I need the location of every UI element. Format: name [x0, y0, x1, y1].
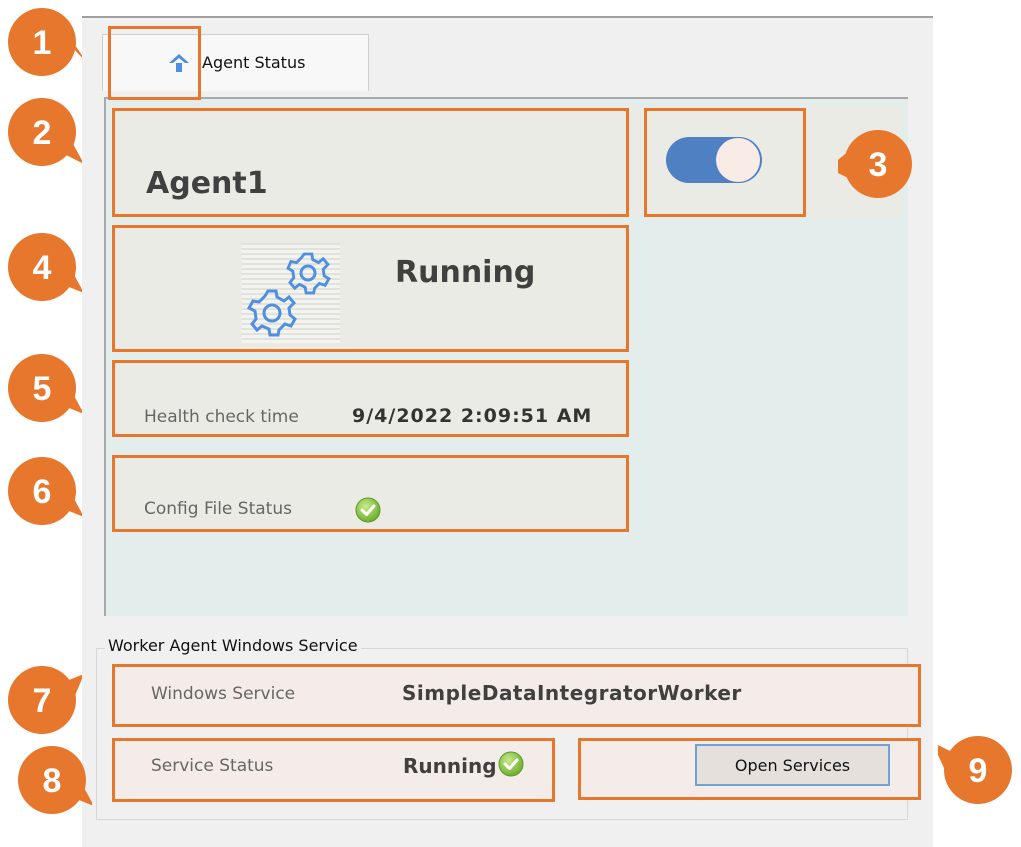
highlight-frame-9 [578, 738, 921, 800]
callout-number-8: 8 [43, 762, 62, 800]
callout-number-6: 6 [33, 473, 52, 511]
callout-badge-7: 7 [8, 666, 82, 734]
highlight-frame-8 [112, 738, 555, 802]
highlight-frame-3 [644, 108, 806, 217]
highlight-frame-1 [108, 26, 201, 100]
callout-badge-2: 2 [8, 98, 82, 166]
highlight-frame-2 [112, 108, 629, 217]
callout-number-1: 1 [33, 24, 52, 62]
tab-label: Agent Status [202, 53, 306, 72]
highlight-frame-7 [112, 664, 921, 727]
callout-number-4: 4 [33, 249, 52, 287]
callout-number-3: 3 [869, 146, 888, 184]
highlight-frame-6 [112, 455, 629, 532]
callout-number-2: 2 [33, 114, 52, 152]
highlight-frame-4 [112, 225, 629, 352]
callout-number-5: 5 [33, 370, 52, 408]
callout-number-9: 9 [969, 752, 988, 790]
callout-badge-5: 5 [8, 354, 82, 422]
callout-badge-1: 1 [8, 8, 82, 76]
callout-badge-8: 8 [18, 746, 92, 814]
callout-badge-4: 4 [8, 233, 82, 301]
service-group-title: Worker Agent Windows Service [105, 636, 361, 655]
highlight-frame-5 [112, 360, 629, 437]
callout-number-7: 7 [33, 682, 52, 720]
callout-badge-9: 9 [938, 736, 1012, 804]
callout-badge-3: 3 [838, 130, 912, 198]
callout-badge-6: 6 [8, 457, 82, 525]
